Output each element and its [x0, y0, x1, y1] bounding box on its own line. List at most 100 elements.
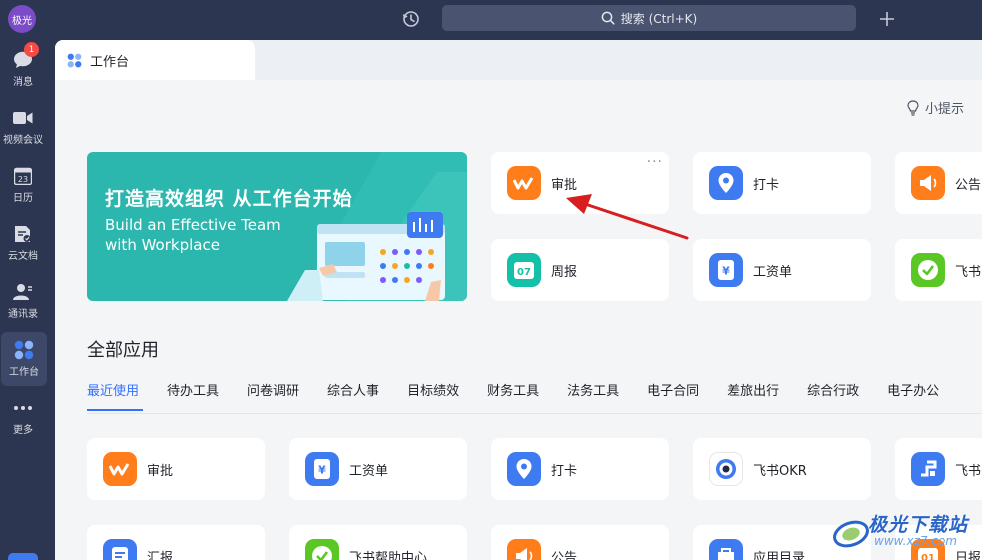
top-bar: 极光 搜索 (Ctrl+K) — [0, 0, 982, 40]
featured-app-announcement[interactable]: 公告 — [895, 152, 982, 214]
app-label: 汇报 — [147, 550, 174, 560]
app-label: 飞书 — [955, 463, 982, 479]
category-tab[interactable]: 综合人事 — [327, 380, 407, 412]
sidebar: 1 消息 视频会议 23 日历 云文档 通讯录 工作台 更多 — [0, 40, 55, 560]
app-label: 飞书 — [955, 264, 982, 280]
search-input[interactable]: 搜索 (Ctrl+K) — [442, 5, 856, 31]
lightbulb-icon — [907, 99, 919, 116]
contacts-icon — [13, 282, 33, 302]
svg-text:07: 07 — [517, 267, 531, 278]
weekly-report-icon: 07 — [507, 253, 541, 287]
approval-icon — [103, 452, 137, 486]
help-icon — [305, 539, 339, 560]
watermark: 极光下载站 www.xz7.com — [832, 510, 982, 560]
category-tab[interactable]: 待办工具 — [167, 380, 247, 412]
all-apps-title: 全部应用 — [87, 340, 159, 361]
svg-text:23: 23 — [18, 175, 28, 184]
sidebar-item-docs[interactable]: 云文档 — [0, 216, 46, 270]
sidebar-item-label: 通讯录 — [8, 309, 38, 320]
sidebar-item-label: 工作台 — [9, 367, 39, 378]
app-label: 打卡 — [551, 463, 578, 479]
payroll-icon: ¥ — [709, 253, 743, 287]
svg-text:¥: ¥ — [722, 265, 730, 278]
featured-app-weekly-report[interactable]: 07 周报 — [491, 239, 669, 301]
app-label: 飞书帮助中心 — [349, 550, 428, 560]
location-icon — [507, 452, 541, 486]
more-options-icon[interactable]: ··· — [647, 154, 663, 170]
feishu-icon — [911, 452, 945, 486]
app-shortcut-button[interactable] — [8, 553, 38, 560]
document-icon — [13, 224, 33, 244]
sidebar-item-label: 云文档 — [8, 251, 38, 262]
sidebar-item-contacts[interactable]: 通讯录 — [0, 274, 46, 328]
app-label: 公告 — [551, 550, 578, 560]
app-catalog-icon — [709, 539, 743, 560]
sidebar-item-label: 消息 — [13, 77, 33, 88]
app-label: 应用目录 — [753, 550, 806, 560]
category-tab[interactable]: 电子办公 — [887, 380, 967, 412]
category-tab[interactable]: 财务工具 — [487, 380, 567, 412]
app-label: 飞书OKR — [753, 463, 807, 479]
grid-apps-icon — [67, 53, 82, 67]
speaker-icon — [507, 539, 541, 560]
search-icon — [601, 11, 615, 25]
avatar[interactable]: 极光 — [8, 5, 36, 33]
sidebar-item-label: 更多 — [13, 425, 33, 436]
app-label: 工资单 — [349, 463, 389, 479]
okr-icon — [709, 452, 743, 486]
sidebar-item-label: 日历 — [13, 193, 33, 204]
sidebar-item-workplace[interactable]: 工作台 — [1, 332, 47, 386]
app-report[interactable]: 汇报 — [87, 525, 265, 560]
app-label: 审批 — [147, 463, 174, 479]
calendar-icon: 23 — [13, 166, 33, 186]
category-tab[interactable]: 问卷调研 — [247, 380, 327, 412]
unread-badge: 1 — [24, 42, 39, 57]
banner-subtitle: with Workplace — [105, 236, 220, 254]
app-help-center[interactable]: 飞书帮助中心 — [289, 525, 467, 560]
chat-icon: 1 — [13, 42, 39, 70]
category-tab[interactable]: 法务工具 — [567, 380, 647, 412]
app-label: 工资单 — [753, 264, 793, 280]
app-approval[interactable]: 审批 — [87, 438, 265, 500]
watermark-logo — [833, 520, 869, 548]
tab-workplace[interactable]: 工作台 — [55, 40, 255, 80]
app-feishu[interactable]: 飞书 — [895, 438, 982, 500]
sidebar-item-calendar[interactable]: 23 日历 — [0, 158, 46, 212]
featured-app-feishu[interactable]: 飞书 — [895, 239, 982, 301]
location-icon — [709, 166, 743, 200]
category-tab[interactable]: 目标绩效 — [407, 380, 487, 412]
category-tab[interactable]: 最近使用 — [87, 380, 167, 412]
featured-app-clock-in[interactable]: 打卡 — [693, 152, 871, 214]
sidebar-item-label: 视频会议 — [3, 135, 43, 146]
add-icon[interactable] — [876, 8, 898, 30]
video-camera-icon — [13, 108, 33, 128]
sidebar-item-video-meeting[interactable]: 视频会议 — [0, 100, 46, 154]
promo-banner[interactable]: 打造高效组织 从工作台开始 Build an Effective Team wi… — [87, 152, 467, 301]
speaker-icon — [911, 166, 945, 200]
report-icon — [103, 539, 137, 560]
featured-app-payroll[interactable]: ¥ 工资单 — [693, 239, 871, 301]
sidebar-item-messages[interactable]: 1 消息 — [0, 42, 46, 96]
history-icon[interactable] — [400, 8, 422, 30]
category-tab[interactable]: 差旅出行 — [727, 380, 807, 412]
tab-label: 工作台 — [90, 54, 130, 70]
banner-title: 打造高效组织 从工作台开始 — [105, 188, 353, 210]
app-payroll[interactable]: ¥ 工资单 — [289, 438, 467, 500]
watermark-url: www.xz7.com — [874, 534, 957, 548]
watermark-text: 极光下载站 — [868, 514, 969, 536]
app-okr[interactable]: 飞书OKR — [693, 438, 871, 500]
tab-bar: 工作台 — [55, 40, 982, 80]
app-label: 审批 — [551, 177, 578, 193]
category-tab[interactable]: 综合行政 — [807, 380, 887, 412]
svg-text:¥: ¥ — [318, 464, 326, 477]
more-dots-icon — [13, 398, 33, 418]
app-announcement[interactable]: 公告 — [491, 525, 669, 560]
app-label: 公告 — [955, 177, 982, 193]
app-clock-in[interactable]: 打卡 — [491, 438, 669, 500]
featured-app-approval[interactable]: 审批 ··· — [491, 152, 669, 214]
sidebar-item-more[interactable]: 更多 — [0, 390, 46, 444]
tips-link[interactable]: 小提示 — [907, 98, 964, 117]
check-icon — [911, 253, 945, 287]
category-tab[interactable]: 电子合同 — [647, 380, 727, 412]
search-placeholder: 搜索 (Ctrl+K) — [620, 11, 698, 26]
